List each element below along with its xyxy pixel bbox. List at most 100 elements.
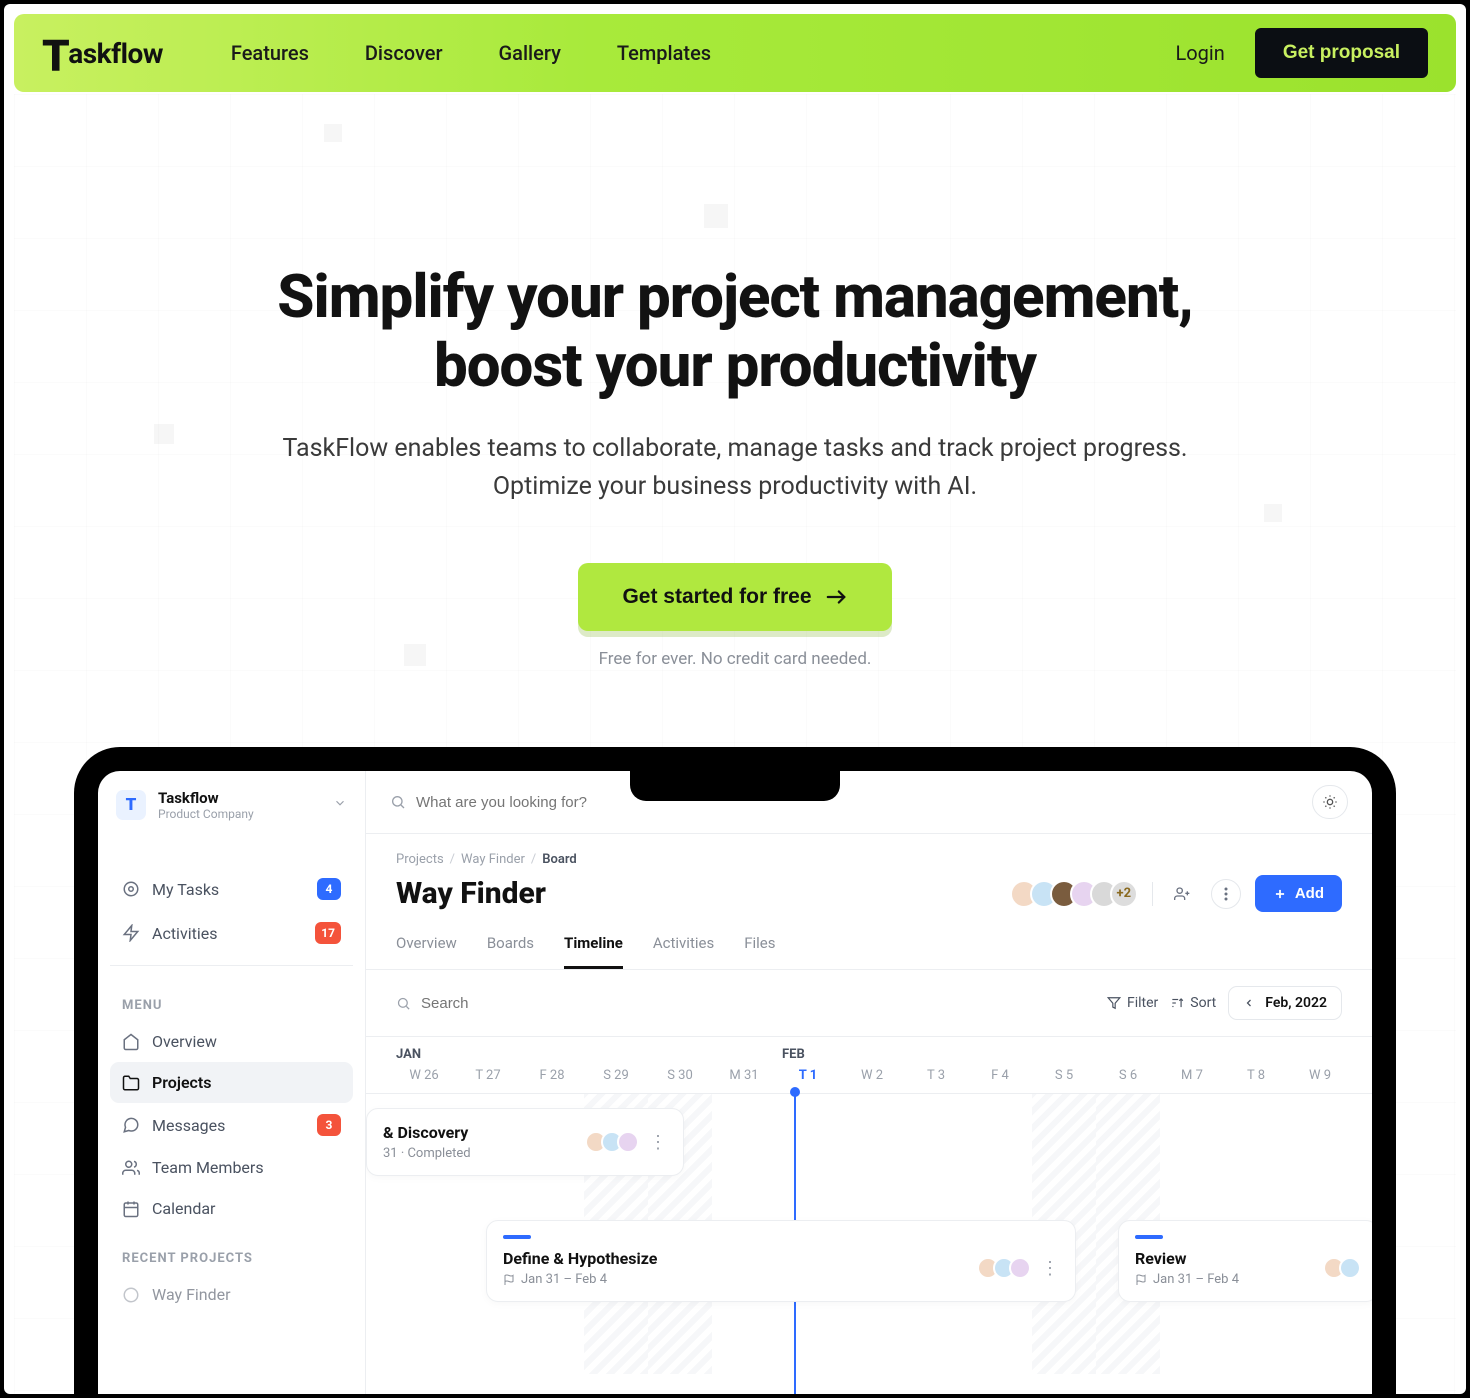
arrow-right-icon [826,589,848,605]
hero-subtitle: TaskFlow enables teams to collaborate, m… [84,430,1386,505]
crumb-project[interactable]: Way Finder [461,852,525,867]
day-header: W 2 [840,1068,904,1083]
chevron-down-icon[interactable] [333,796,347,814]
workspace-logo-icon: T [116,790,146,820]
badge: 3 [317,1114,341,1136]
flag-icon [503,1274,515,1286]
flag-icon [1135,1274,1147,1286]
sidebar-overview[interactable]: Overview [110,1021,353,1062]
login-link[interactable]: Login [1175,41,1224,65]
theme-toggle[interactable] [1312,785,1348,819]
days-row: W 26T 27F 28S 29S 30M 31T 1W 2T 3F 4S 5S… [366,1062,1372,1094]
date-range-picker[interactable]: Feb, 2022 [1228,986,1342,1020]
sort-button[interactable]: Sort [1170,995,1216,1011]
day-header: F 28 [520,1068,584,1083]
card-menu-icon[interactable]: ⋮ [1041,1258,1059,1279]
badge: 17 [315,922,341,944]
breadcrumb: Projects / Way Finder / Board [366,834,1372,867]
timeline-search[interactable] [396,995,620,1012]
sidebar: T Taskflow Product Company My Tasks 4 [98,771,366,1394]
more-options-icon[interactable] [1211,879,1241,909]
card-avatars [983,1257,1031,1279]
day-header: T 8 [1224,1068,1288,1083]
target-icon [122,880,140,898]
app-screen: T Taskflow Product Company My Tasks 4 [98,771,1372,1394]
sidebar-messages[interactable]: Messages 3 [110,1103,353,1147]
sidebar-activities[interactable]: Activities 17 [110,911,353,955]
chat-icon [122,1116,140,1134]
nav-discover[interactable]: Discover [365,41,443,65]
plus-icon [1273,887,1287,901]
timeline-card-discovery[interactable]: & Discovery 31 · Completed ⋮ [366,1108,684,1176]
nav-links: Features Discover Gallery Templates [231,41,711,65]
hero-section: Simplify your project management, boost … [4,92,1466,669]
day-header: M 7 [1160,1068,1224,1083]
sidebar-team[interactable]: Team Members [110,1147,353,1188]
get-started-button[interactable]: Get started for free [578,563,891,631]
day-header: T 27 [456,1068,520,1083]
day-header: S 6 [1096,1068,1160,1083]
top-nav: Taskflow Features Discover Gallery Templ… [14,14,1456,92]
nav-features[interactable]: Features [231,41,309,65]
add-button[interactable]: Add [1255,875,1342,912]
badge: 4 [317,878,341,900]
timeline-view[interactable]: JAN FEB W 26T 27F 28S 29S 30M 31T 1W 2T … [366,1037,1372,1394]
sidebar-recent-item[interactable]: Way Finder [110,1274,353,1315]
day-header: W 9 [1288,1068,1352,1083]
day-header: W 26 [392,1068,456,1083]
home-icon [122,1033,140,1051]
workspace-company: Product Company [158,807,254,821]
card-avatars [1329,1257,1361,1279]
project-tabs: Overview Boards Timeline Activities File… [366,912,1372,970]
tab-overview[interactable]: Overview [396,934,457,969]
card-avatars [591,1131,639,1153]
add-member-icon[interactable] [1167,879,1197,909]
search-icon [396,996,411,1011]
tab-timeline[interactable]: Timeline [564,934,623,969]
users-icon [122,1159,140,1177]
brand-logo[interactable]: Taskflow [42,37,163,70]
folder-icon [122,1074,140,1092]
tab-activities[interactable]: Activities [653,934,714,969]
hero-title: Simplify your project management, boost … [84,262,1386,400]
timeline-card-review[interactable]: Review Jan 31 – Feb 4 [1118,1220,1372,1302]
sidebar-projects[interactable]: Projects [110,1062,353,1103]
day-header: S 5 [1032,1068,1096,1083]
chevron-left-icon [1243,997,1255,1009]
avatar-more[interactable]: +2 [1110,880,1138,908]
calendar-icon [122,1200,140,1218]
workspace-switcher[interactable]: T Taskflow Product Company [110,785,353,837]
get-proposal-button[interactable]: Get proposal [1255,28,1428,78]
filter-icon [1107,996,1121,1010]
hero-note: Free for ever. No credit card needed. [84,649,1386,669]
member-avatars[interactable]: +2 [1010,880,1138,908]
day-header: S 30 [648,1068,712,1083]
workspace-name: Taskflow [158,789,254,807]
sort-icon [1170,996,1184,1010]
crumb-projects[interactable]: Projects [396,852,444,867]
filter-button[interactable]: Filter [1107,995,1158,1011]
timeline-card-define[interactable]: Define & Hypothesize Jan 31 – Feb 4 [486,1220,1076,1302]
day-header: S 29 [584,1068,648,1083]
crumb-current: Board [542,852,576,867]
day-header: M 31 [712,1068,776,1083]
tab-boards[interactable]: Boards [487,934,534,969]
tab-files[interactable]: Files [744,934,775,969]
day-header: T 1 [776,1068,840,1083]
day-header: T 3 [904,1068,968,1083]
project-title: Way Finder [396,876,546,911]
nav-templates[interactable]: Templates [617,41,711,65]
recent-heading: RECENT PROJECTS [110,1229,353,1274]
day-header: F 4 [968,1068,1032,1083]
device-notch [630,771,840,801]
sidebar-calendar[interactable]: Calendar [110,1188,353,1229]
month-label: FEB [782,1047,805,1062]
sun-icon [1322,794,1338,810]
month-label: JAN [396,1047,782,1062]
card-menu-icon[interactable]: ⋮ [649,1132,667,1153]
sidebar-my-tasks[interactable]: My Tasks 4 [110,867,353,911]
nav-gallery[interactable]: Gallery [499,41,561,65]
timeline-search-input[interactable] [421,995,620,1012]
main-panel: Projects / Way Finder / Board Way Finder [366,771,1372,1394]
global-search[interactable] [390,794,1298,811]
